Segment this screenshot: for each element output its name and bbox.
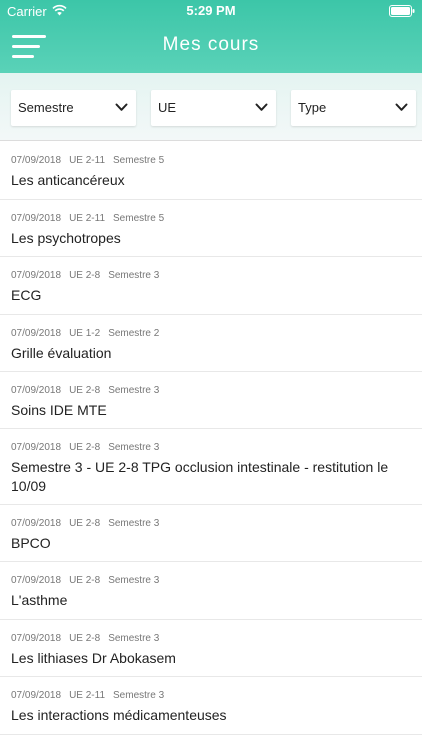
course-row[interactable]: 07/09/2018 UE 2-11 Semestre 5 Les anticanc… [0,142,422,200]
course-date: 07/09/2018 [11,385,62,396]
chevron-down-icon [395,103,408,111]
course-ue: UE 2-8 [69,575,101,586]
course-ue: UE 2-8 [69,633,101,644]
chevron-down-icon [255,103,268,111]
course-date: 07/09/2018 [11,633,62,644]
course-semestre: Semestre 3 [113,690,165,701]
course-ue: UE 2-11 [69,213,106,224]
course-title: Semestre 3 - UE 2-8 TPG occlusion intest… [11,459,389,494]
status-time: 5:29 PM [186,3,236,18]
course-title: BPCO [11,535,51,551]
course-date: 07/09/2018 [11,270,62,281]
course-ue: UE 2-11 [69,690,106,701]
course-date: 07/09/2018 [11,442,62,453]
course-row[interactable]: 07/09/2018 UE 2-8 Semestre 3 Semestre 3 - … [0,429,422,505]
type-filter-select[interactable]: Type [291,90,416,126]
course-date: 07/09/2018 [11,690,62,701]
course-semestre: Semestre 3 [108,575,160,586]
course-semestre: Semestre 2 [108,328,160,339]
course-date: 07/09/2018 [11,213,62,224]
course-ue: UE 2-8 [69,270,101,281]
course-semestre: Semestre 3 [108,442,160,453]
course-row[interactable]: 07/09/2018 UE 2-8 Semestre 3 L'asthme [0,562,422,620]
course-title: ECG [11,287,42,303]
course-semestre: Semestre 3 [108,270,160,281]
course-date: 07/09/2018 [11,328,62,339]
course-ue: UE 2-8 [69,442,101,453]
course-meta: 07/09/2018 UE 1-2 Semestre 2 [11,328,167,339]
course-ue: UE 2-11 [69,155,106,166]
course-semestre: Semestre 3 [108,518,160,529]
course-list: 07/09/2018 UE 2-11 Semestre 5 Les anticanc… [0,142,422,735]
page-title: Mes cours [162,34,260,55]
course-semestre: Semestre 3 [108,385,160,396]
course-title: Les interactions médicamenteuses [11,707,227,723]
course-row[interactable]: 07/09/2018 UE 1-2 Semestre 2 Grille évalua… [0,315,422,372]
course-title: Soins IDE MTE [11,402,107,418]
filter-bar: Semestre UE Type [0,73,422,141]
course-row[interactable]: 07/09/2018 UE 2-8 Semestre 3 ECG [0,257,422,315]
course-date: 07/09/2018 [11,518,62,529]
semestre-filter-label: Semestre [18,100,74,115]
course-row[interactable]: 07/09/2018 UE 2-11 Semestre 5 Les psychotr… [0,200,422,257]
course-meta: 07/09/2018 UE 2-8 Semestre 3 [11,518,167,529]
course-meta: 07/09/2018 UE 2-8 Semestre 3 [11,575,167,586]
course-title: Les anticancéreux [11,172,125,188]
course-meta: 07/09/2018 UE 2-8 Semestre 3 [11,442,167,453]
course-meta: 07/09/2018 UE 2-11 Semestre 5 [11,213,172,224]
course-title: L'asthme [11,592,68,608]
course-row[interactable]: 07/09/2018 UE 2-8 Semestre 3 BPCO [0,505,422,562]
ue-filter-label: UE [158,100,177,115]
course-date: 07/09/2018 [11,155,62,166]
status-bar: Carrier 5:29 PM [0,0,422,22]
course-title: Grille évaluation [11,345,112,361]
course-meta: 07/09/2018 UE 2-11 Semestre 3 [11,690,172,701]
course-ue: UE 2-8 [69,385,101,396]
course-semestre: Semestre 5 [113,213,165,224]
course-date: 07/09/2018 [11,575,62,586]
course-ue: UE 1-2 [69,328,101,339]
course-semestre: Semestre 3 [108,633,160,644]
course-row[interactable]: 07/09/2018 UE 2-8 Semestre 3 Soins IDE MTE [0,372,422,429]
course-title: Les lithiases Dr Abokasem [11,650,176,666]
course-meta: 07/09/2018 UE 2-11 Semestre 5 [11,155,172,166]
course-title: Les psychotropes [11,230,121,246]
type-filter-label: Type [298,100,327,115]
course-semestre: Semestre 5 [113,155,165,166]
chevron-down-icon [115,103,128,111]
course-ue: UE 2-8 [69,518,101,529]
app-header: Carrier 5:29 PM Mes cours [0,0,422,73]
course-meta: 07/09/2018 UE 2-8 Semestre 3 [11,385,167,396]
course-row[interactable]: 07/09/2018 UE 2-11 Semestre 3 Les interact… [0,677,422,735]
course-row[interactable]: 07/09/2018 UE 2-8 Semestre 3 Les lithiases… [0,620,422,677]
battery-icon [389,5,415,17]
semestre-filter-select[interactable]: Semestre [11,90,136,126]
course-meta: 07/09/2018 UE 2-8 Semestre 3 [11,270,167,281]
ue-filter-select[interactable]: UE [151,90,276,126]
course-meta: 07/09/2018 UE 2-8 Semestre 3 [11,633,167,644]
